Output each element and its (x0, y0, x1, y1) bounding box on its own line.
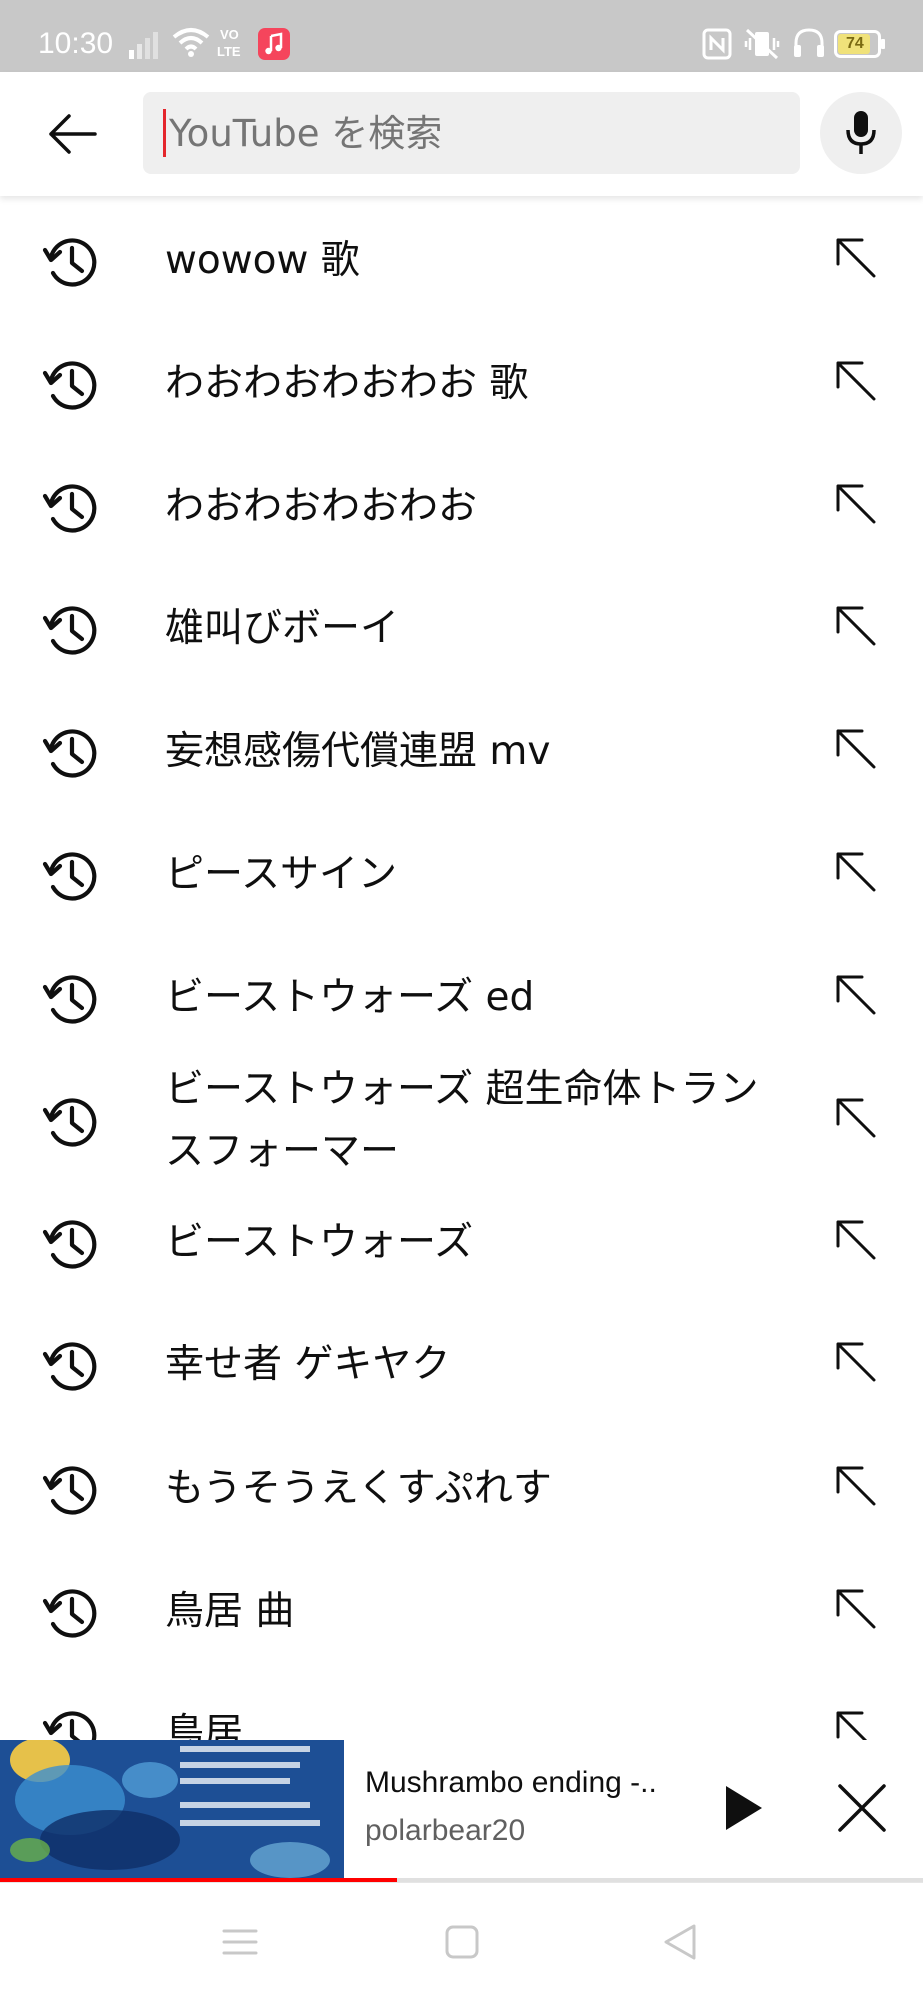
mini-player-channel: polarbear20 (365, 1814, 526, 1847)
home-icon (445, 1925, 479, 1959)
search-box[interactable] (143, 92, 800, 174)
history-icon (42, 1215, 100, 1273)
back-button[interactable] (40, 102, 104, 166)
fill-query-arrow-icon[interactable] (832, 1094, 880, 1142)
signal-icon (128, 30, 162, 64)
suggestion-item[interactable]: ビーストウォーズ ed (0, 937, 923, 1059)
history-icon (42, 1337, 100, 1395)
fill-query-arrow-icon[interactable] (832, 848, 880, 896)
close-button[interactable] (832, 1778, 892, 1838)
fill-query-arrow-icon[interactable] (832, 1462, 880, 1510)
suggestion-text: wowow 歌 (165, 238, 360, 283)
suggestion-item[interactable]: ピースサイン (0, 814, 923, 936)
history-icon (42, 233, 100, 291)
mini-player-title[interactable]: Mushrambo ending -.. (365, 1766, 657, 1800)
suggestion-text: ビーストウォーズ 超生命体トランスフォーマー (165, 1067, 759, 1174)
suggestion-text: わおわおわおわお 歌 (165, 361, 529, 406)
fill-query-arrow-icon[interactable] (832, 480, 880, 528)
search-input[interactable] (165, 92, 785, 174)
fill-query-arrow-icon[interactable] (832, 1216, 880, 1264)
suggestion-item[interactable]: 妄想感傷代償連盟 mv (0, 691, 923, 813)
suggestion-item[interactable]: wowow 歌 (0, 200, 923, 322)
wifi-icon (172, 26, 210, 62)
suggestion-text: 幸せ者 ゲキヤク (165, 1342, 451, 1387)
home-button[interactable] (437, 1917, 487, 1967)
suggestion-text: わおわおわおわお (165, 484, 478, 529)
history-icon (42, 1093, 100, 1151)
fill-query-arrow-icon[interactable] (832, 725, 880, 773)
history-icon (42, 847, 100, 905)
fill-query-arrow-icon[interactable] (832, 234, 880, 282)
microphone-icon (846, 111, 876, 154)
suggestion-item[interactable]: わおわおわおわお (0, 446, 923, 568)
recent-apps-icon (222, 1929, 258, 1955)
video-thumbnail[interactable] (0, 1740, 344, 1878)
suggestion-text: 鳥居 曲 (165, 1589, 295, 1634)
vibrate-off-icon (744, 28, 780, 64)
suggestion-item[interactable]: もうそうえくすぷれす (0, 1428, 923, 1550)
fill-query-arrow-icon[interactable] (832, 971, 880, 1019)
play-icon (726, 1786, 762, 1830)
fill-query-arrow-icon[interactable] (832, 1585, 880, 1633)
suggestion-item[interactable]: 幸せ者 ゲキヤク (0, 1304, 923, 1426)
screen: 10:30 VO LTE 74 YouTube を検索 wowow 歌 わおわお… (0, 0, 923, 2000)
status-bar: 10:30 VO LTE 74 (0, 0, 923, 72)
volte-icon: VO LTE (216, 24, 250, 60)
suggestion-item[interactable]: わおわおわおわお 歌 (0, 323, 923, 445)
history-icon (42, 724, 100, 782)
status-time: 10:30 (38, 27, 114, 60)
history-icon (42, 479, 100, 537)
system-back-button[interactable] (655, 1917, 705, 1967)
suggestion-text: ビーストウォーズ ed (165, 975, 535, 1020)
history-icon (42, 1584, 100, 1642)
suggestion-text: もうそうえくすぷれす (165, 1466, 552, 1511)
search-header (0, 72, 923, 196)
suggestion-text: ビーストウォーズ (165, 1220, 474, 1265)
history-icon (42, 601, 100, 659)
music-app-icon (258, 28, 290, 64)
history-icon (42, 1461, 100, 1519)
fill-query-arrow-icon[interactable] (832, 1338, 880, 1386)
history-icon (42, 970, 100, 1028)
play-button[interactable] (712, 1778, 772, 1838)
suggestion-text: 雄叫びボーイ (165, 606, 400, 651)
recent-apps-button[interactable] (215, 1917, 265, 1967)
fill-query-arrow-icon[interactable] (832, 602, 880, 650)
navigation-bar (0, 1882, 923, 2000)
nfc-icon (702, 28, 732, 64)
mini-player[interactable]: Mushrambo ending -.. polarbear20 (0, 1740, 923, 1882)
headphones-icon (792, 27, 826, 63)
close-icon (838, 1784, 886, 1832)
suggestion-item[interactable]: 雄叫びボーイ (0, 568, 923, 690)
back-arrow-icon (49, 114, 97, 154)
suggestion-text: 妄想感傷代償連盟 mv (165, 729, 551, 774)
suggestion-item[interactable]: 鳥居 曲 (0, 1551, 923, 1673)
fill-query-arrow-icon[interactable] (832, 357, 880, 405)
suggestion-item[interactable]: ビーストウォーズ 超生命体トランスフォーマー (0, 1060, 923, 1182)
svg-text:LTE: LTE (217, 44, 241, 59)
svg-text:VO: VO (220, 27, 239, 42)
history-icon (42, 356, 100, 414)
back-icon (664, 1924, 696, 1960)
voice-search-button[interactable] (820, 92, 902, 174)
suggestion-item[interactable]: ビーストウォーズ (0, 1182, 923, 1304)
suggestion-text: ピースサイン (165, 852, 398, 897)
battery-level: 74 (846, 35, 864, 52)
